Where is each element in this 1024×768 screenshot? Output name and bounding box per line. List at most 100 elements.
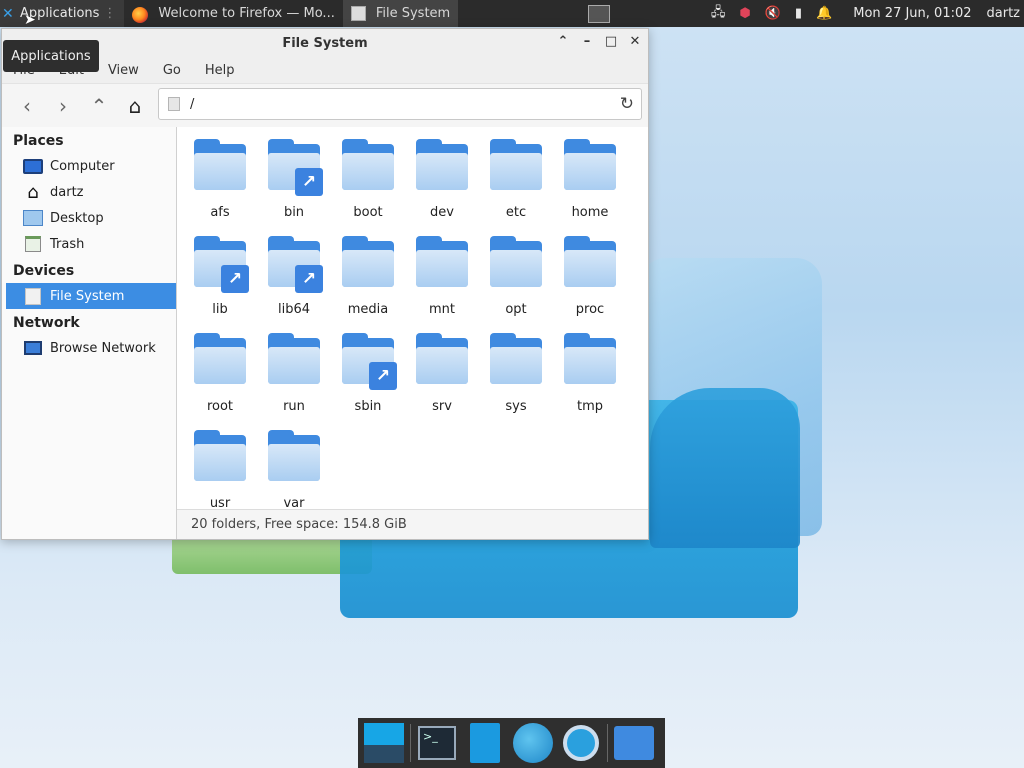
folder-name: dev [430,205,454,220]
folder-grid: afs ↗ bin boot dev etc home ↗ lib ↗ lib64 media mnt o… [183,137,627,509]
folder-item[interactable]: media [331,234,405,331]
package-update-icon[interactable]: ⬢ [739,6,750,21]
folder-item[interactable]: mnt [405,234,479,331]
folder-name: proc [575,302,605,317]
folder-item[interactable]: home [553,137,627,234]
folder-item[interactable]: var [257,428,331,509]
dock-app-finder[interactable] [559,721,603,765]
menu-help[interactable]: Help [205,63,235,78]
folder-item[interactable]: run [257,331,331,428]
folder-item[interactable]: dev [405,137,479,234]
sidebar-item-label: Trash [50,236,85,252]
close-button[interactable]: ✕ [628,35,642,49]
menu-view[interactable]: View [108,63,139,78]
mouse-cursor-icon: ➤ [24,12,36,28]
sidebar-item-label: Desktop [50,210,104,226]
symlink-arrow-icon: ↗ [221,265,249,293]
sidebar-item-label: File System [50,288,125,304]
folder-icon [193,333,247,385]
folder-icon [489,236,543,288]
home-icon[interactable]: ⌂ [122,93,148,119]
folder-icon [489,139,543,191]
folder-item[interactable]: ↗ lib64 [257,234,331,331]
sidebar-item-home[interactable]: ⌂ dartz [2,179,176,205]
folder-item[interactable]: ↗ sbin [331,331,405,428]
volume-muted-icon[interactable]: 🔇 [765,6,781,21]
top-panel: ✕ Applications ⋮ Welcome to Firefox — Mo… [0,0,1024,27]
folder-item[interactable]: tmp [553,331,627,428]
panel-separator: ⋮ [103,6,117,21]
dock-web-browser[interactable] [511,721,555,765]
drive-icon [168,97,180,111]
dock-file-manager[interactable] [463,721,507,765]
back-icon[interactable]: ‹ [14,93,40,119]
dock-terminal[interactable]: >_ [415,721,459,765]
folder-icon: ↗ [193,236,249,293]
dock-show-desktop[interactable] [362,721,406,765]
taskbar-item-file-system[interactable]: File System [342,0,459,27]
folder-icon [563,236,617,288]
sidebar-heading-places: Places [13,133,64,149]
window-title: File System [282,35,368,51]
folder-icon: ↗ [267,236,323,293]
user-menu[interactable]: dartz [987,6,1020,21]
dock-folder[interactable] [612,721,656,765]
folder-item[interactable]: sys [479,331,553,428]
status-bar: 20 folders, Free space: 154.8 GiB [177,509,648,539]
web-browser-icon [513,723,553,763]
folder-name: sbin [354,399,382,414]
dock-separator [410,724,411,762]
folder-name: root [206,399,234,414]
folder-icon [193,139,247,191]
parent-folder-icon[interactable]: ⌃ [86,93,112,119]
folder-name: lib [212,302,228,317]
forward-icon[interactable]: › [50,93,76,119]
folder-name: var [283,496,305,509]
network-icon [24,341,42,355]
folder-item[interactable]: opt [479,234,553,331]
taskbar-item-firefox[interactable]: Welcome to Firefox — Mo... [124,0,342,27]
folder-name: afs [210,205,230,220]
folder-item[interactable]: afs [183,137,257,234]
notification-icon[interactable]: 🔔 [816,6,832,21]
drive-icon [25,287,41,305]
location-bar[interactable]: / ↻ [158,88,642,120]
folder-item[interactable]: srv [405,331,479,428]
desktop-icon [23,210,43,226]
maximize-button[interactable]: □ [604,35,618,49]
home-icon: ⌂ [27,181,39,203]
sidebar-item-trash[interactable]: Trash [2,231,176,257]
folder-item[interactable]: ↗ bin [257,137,331,234]
folder-view[interactable]: afs ↗ bin boot dev etc home ↗ lib ↗ lib64 media mnt o… [177,127,648,509]
workspace-switcher[interactable] [588,4,611,23]
terminal-icon: >_ [418,726,456,760]
menu-go[interactable]: Go [163,63,181,78]
shade-button[interactable]: ⌃ [556,35,570,49]
sidebar-item-computer[interactable]: Computer [2,153,176,179]
folder-item[interactable]: etc [479,137,553,234]
sidebar-item-label: Computer [50,158,115,174]
sidebar-item-file-system[interactable]: File System [6,283,176,309]
folder-item[interactable]: ↗ lib [183,234,257,331]
reload-icon[interactable]: ↻ [620,94,634,114]
battery-icon[interactable]: ▮ [795,6,802,21]
symlink-arrow-icon: ↗ [369,362,397,390]
minimize-button[interactable]: – [580,35,594,49]
folder-icon [415,333,469,385]
folder-item[interactable]: boot [331,137,405,234]
location-path: / [190,96,195,112]
folder-item[interactable]: proc [553,234,627,331]
applications-menu-button[interactable]: ✕ Applications ⋮ [0,0,125,27]
network-icon[interactable]: 🖧 [711,3,726,25]
sidebar-item-desktop[interactable]: Desktop [2,205,176,231]
clock[interactable]: Mon 27 Jun, 01:02 [853,6,971,21]
computer-icon [23,158,43,174]
folder-name: boot [353,205,383,220]
dock: >_ [358,718,665,768]
folder-icon [489,333,543,385]
folder-item[interactable]: usr [183,428,257,509]
sidebar-item-browse-network[interactable]: Browse Network [2,335,176,361]
folder-name: etc [505,205,527,220]
folder-item[interactable]: root [183,331,257,428]
folder-icon [267,333,321,385]
